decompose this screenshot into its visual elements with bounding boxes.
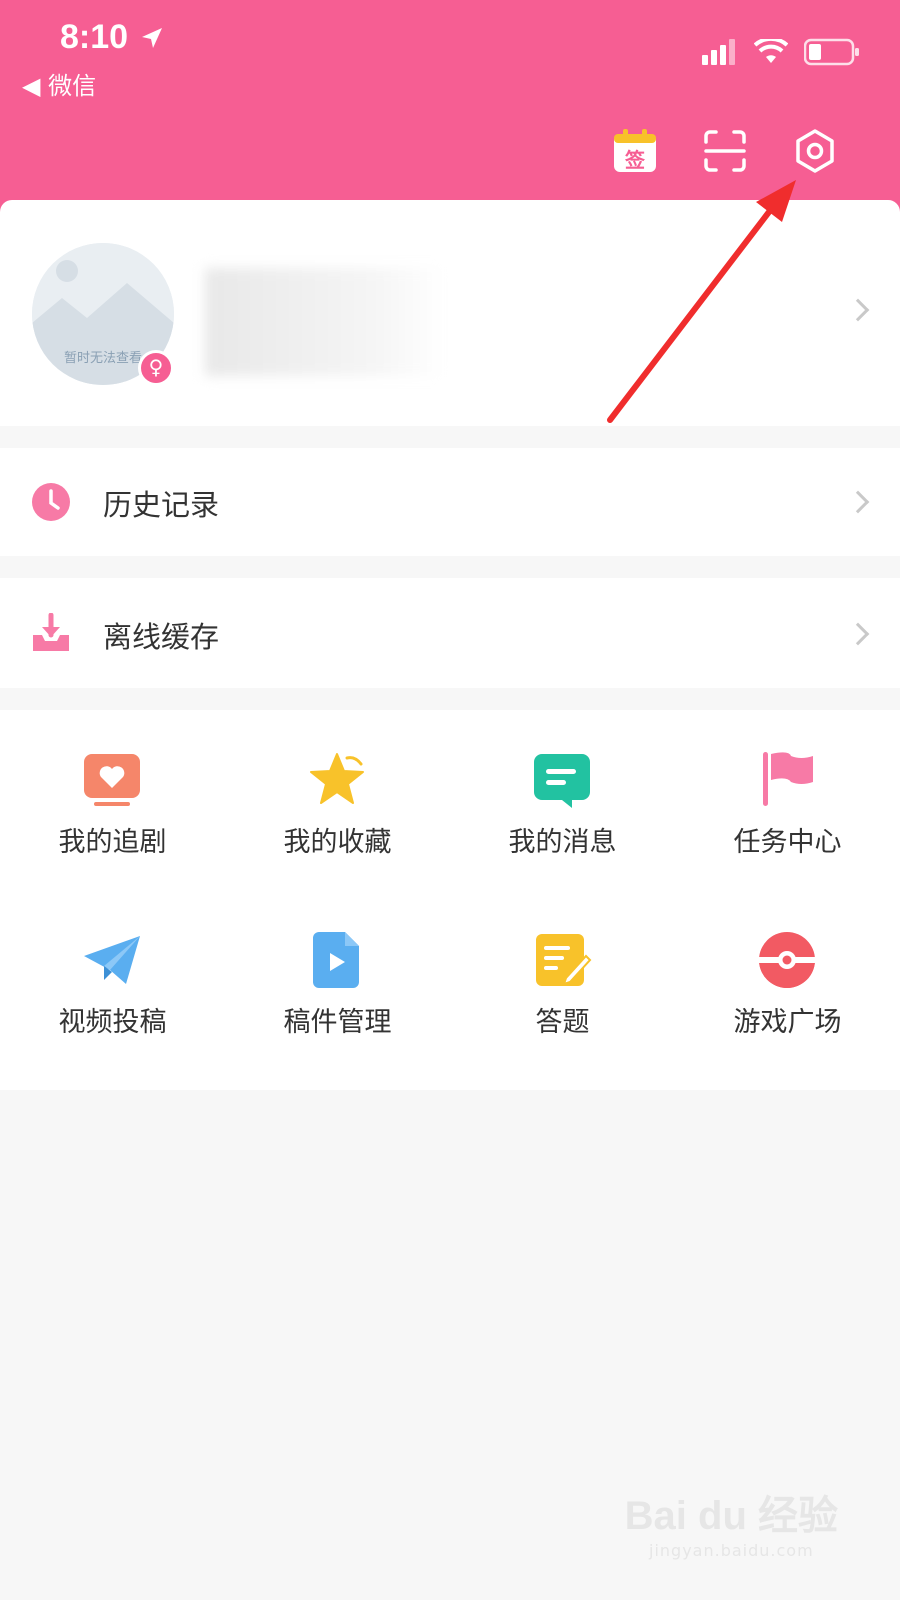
location-arrow-icon bbox=[142, 28, 162, 48]
chevron-right-icon bbox=[846, 490, 870, 514]
grid-item-game-plaza[interactable]: 游戏广场 bbox=[675, 890, 900, 1050]
signal-icon bbox=[702, 39, 735, 65]
watermark-url: jingyan.baidu.com bbox=[649, 1541, 814, 1560]
offline-cache-row[interactable]: 离线缓存 bbox=[0, 578, 900, 688]
chevron-right-icon bbox=[846, 298, 870, 322]
video-file-icon bbox=[313, 932, 359, 988]
female-gender-icon: ♀ bbox=[138, 350, 174, 386]
grid-item-manuscript-manage[interactable]: 稿件管理 bbox=[225, 890, 450, 1050]
status-indicators bbox=[702, 38, 860, 66]
grid-label: 我的收藏 bbox=[283, 827, 392, 858]
history-row[interactable]: 历史记录 bbox=[0, 448, 900, 556]
status-time: 8:10 bbox=[60, 18, 129, 56]
grid-label: 我的消息 bbox=[508, 827, 617, 858]
blurred-username bbox=[205, 268, 445, 376]
sign-label: 签 bbox=[625, 148, 645, 172]
baidu-watermark: Bai du 经验 jingyan.baidu.com bbox=[625, 1483, 838, 1560]
history-label: 历史记录 bbox=[103, 488, 220, 522]
header-actions: 签 bbox=[612, 128, 838, 174]
wifi-icon bbox=[754, 39, 788, 63]
edit-note-icon bbox=[536, 934, 592, 986]
feature-grid: 我的追剧 我的收藏 我的消息 任务中心 视频投稿 稿件管理 答题 游戏广场 bbox=[0, 710, 900, 1090]
sign-in-calendar-icon[interactable]: 签 bbox=[612, 128, 658, 174]
grid-label: 游戏广场 bbox=[733, 1007, 842, 1038]
game-ball-icon bbox=[759, 932, 815, 988]
scan-icon[interactable] bbox=[702, 128, 748, 174]
top-header: 8:10 ◀ 微信 签 bbox=[0, 0, 900, 215]
grid-label: 任务中心 bbox=[733, 827, 842, 858]
history-clock-icon bbox=[32, 483, 70, 521]
back-to-wechat-link[interactable]: ◀ 微信 bbox=[22, 66, 96, 101]
grid-label: 稿件管理 bbox=[283, 1007, 392, 1038]
flag-icon bbox=[763, 752, 813, 806]
grid-label: 视频投稿 bbox=[58, 1007, 167, 1038]
grid-label: 我的追剧 bbox=[58, 827, 167, 858]
chevron-right-icon bbox=[846, 622, 870, 646]
watermark-main: Bai du 经验 bbox=[624, 1494, 838, 1538]
grid-item-my-messages[interactable]: 我的消息 bbox=[450, 710, 675, 870]
grid-item-quiz[interactable]: 答题 bbox=[450, 890, 675, 1050]
grid-label: 答题 bbox=[535, 1007, 590, 1038]
grid-item-my-dramas[interactable]: 我的追剧 bbox=[0, 710, 225, 870]
offline-download-icon bbox=[33, 613, 69, 651]
grid-item-my-favorites[interactable]: 我的收藏 bbox=[225, 710, 450, 870]
settings-gear-icon[interactable] bbox=[792, 128, 838, 174]
star-icon bbox=[310, 753, 364, 804]
battery-icon bbox=[804, 38, 859, 66]
grid-item-video-submit[interactable]: 视频投稿 bbox=[0, 890, 225, 1050]
message-icon bbox=[534, 754, 590, 808]
profile-card[interactable]: 暂时无法查看 ♀ bbox=[0, 200, 900, 426]
grid-item-task-center[interactable]: 任务中心 bbox=[675, 710, 900, 870]
paper-plane-icon bbox=[84, 936, 140, 984]
offline-cache-label: 离线缓存 bbox=[103, 620, 220, 654]
tv-heart-icon bbox=[84, 754, 140, 806]
